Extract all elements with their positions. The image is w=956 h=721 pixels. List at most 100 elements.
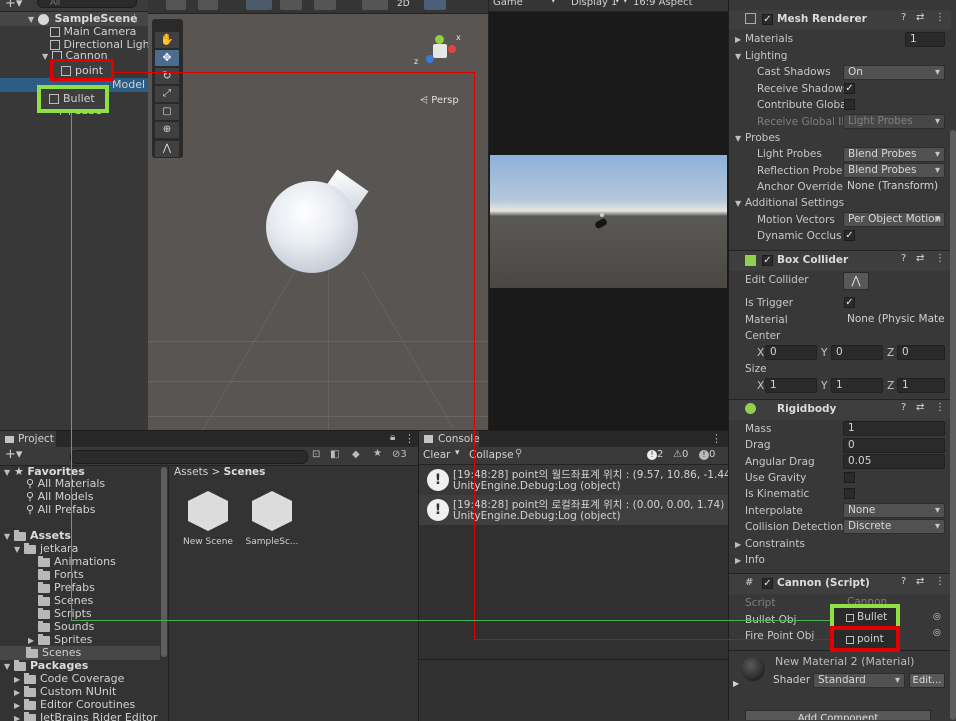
hidden-packages-icon[interactable]: ⊘3 — [392, 449, 407, 460]
object-picker-icon[interactable]: ◎ — [933, 612, 941, 622]
center-x-field[interactable]: 0 — [765, 345, 817, 360]
help-icon[interactable]: ? — [901, 253, 906, 264]
mesh-renderer-enabled-checkbox[interactable]: ✓ — [762, 14, 773, 25]
preset-icon[interactable]: ⇄ — [916, 576, 924, 587]
shading-icon[interactable] — [198, 0, 218, 10]
edit-collider-button[interactable]: ⋀ — [843, 272, 869, 290]
mesh-renderer-header[interactable]: ✓ Mesh Renderer ? ⇄ ⋮ — [729, 10, 951, 30]
kebab-menu-icon[interactable]: ⋮ — [129, 12, 140, 26]
hierarchy-scene-row[interactable]: ▼ SampleScene ⋮ — [0, 12, 148, 26]
kebab-menu-icon[interactable]: ⋮ — [404, 432, 415, 445]
transform-tool-icon[interactable]: ⊕ — [155, 122, 179, 138]
kebab-menu-icon[interactable]: ⋮ — [935, 402, 945, 413]
kebab-menu-icon[interactable]: ⋮ — [711, 432, 722, 445]
size-x-field[interactable]: 1 — [765, 378, 817, 393]
reflection-probes-dropdown[interactable]: Blend Probes — [843, 163, 945, 178]
anchor-override-field[interactable]: None (Transform) — [843, 180, 945, 195]
help-icon[interactable]: ? — [901, 576, 906, 587]
2d-button[interactable]: 2D — [397, 0, 410, 9]
cast-shadows-dropdown[interactable]: On — [843, 65, 945, 80]
star-icon[interactable]: ★ — [373, 448, 382, 459]
render-mode-icon[interactable] — [362, 0, 388, 10]
console-log-entry[interactable]: ! [19:48:28] point의 로컬좌표계 위치 : (0.00, 0.… — [419, 495, 729, 525]
scale-tool-icon[interactable]: ⤢ — [155, 86, 179, 102]
search-icon[interactable]: ⚲ — [515, 448, 522, 459]
lock-icon[interactable]: 🔒︎ — [390, 432, 395, 443]
cannon-sphere[interactable] — [266, 181, 358, 273]
assets-root[interactable]: ▼Assets — [4, 529, 71, 543]
folder-scenes-selected[interactable]: Scenes — [0, 646, 160, 660]
hierarchy-item[interactable]: Directional Light — [50, 38, 149, 52]
center-z-field[interactable]: 0 — [897, 345, 945, 360]
preset-icon[interactable]: ⇄ — [916, 402, 924, 413]
folder-item[interactable]: ▶Sprites — [28, 633, 92, 647]
lighting-foldout[interactable]: ▼Lighting — [735, 50, 787, 62]
expand-icon[interactable]: ▼ — [28, 13, 38, 27]
edit-shader-button[interactable]: Edit... — [909, 673, 945, 688]
custom-tool-icon[interactable]: ⋀ — [155, 141, 179, 157]
collapse-button[interactable]: Collapse — [469, 449, 514, 461]
material-foldout-icon[interactable]: ▶ — [733, 679, 739, 688]
help-icon[interactable]: ? — [901, 12, 906, 23]
info-foldout[interactable]: ▶Info — [735, 554, 765, 566]
move-tool-icon[interactable]: ✥ — [155, 50, 179, 66]
help-icon[interactable]: ? — [901, 402, 906, 413]
add-icon[interactable]: +▾ — [5, 0, 22, 11]
console-tab[interactable]: Console — [419, 431, 479, 447]
kebab-menu-icon[interactable]: ⋮ — [935, 12, 945, 23]
preset-icon[interactable]: ⇄ — [916, 253, 924, 264]
probes-foldout[interactable]: ▼Probes — [735, 132, 780, 144]
asset-file[interactable]: SampleSc... — [244, 491, 300, 561]
view-options-icon[interactable] — [314, 0, 336, 10]
highlight-bullet-hierarchy[interactable]: Bullet — [37, 85, 109, 113]
contribute-gi-checkbox[interactable] — [844, 99, 855, 110]
center-y-field[interactable]: 0 — [831, 345, 883, 360]
collision-detection-dropdown[interactable]: Discrete — [843, 519, 945, 534]
light-probes-dropdown[interactable]: Blend Probes — [843, 147, 945, 162]
game-tab[interactable]: Game — [493, 0, 523, 8]
dynamic-occlusion-checkbox[interactable]: ✓ — [844, 230, 855, 241]
physic-material-field[interactable]: None (Physic Mate — [843, 313, 945, 328]
cannon-enabled-checkbox[interactable]: ✓ — [762, 578, 773, 589]
rotate-tool-icon[interactable]: ↻ — [155, 68, 179, 84]
folder-item[interactable]: Sounds — [38, 620, 94, 634]
aspect-select[interactable]: 16:9 Aspect — [633, 0, 693, 8]
add-icon[interactable]: +▾ — [5, 447, 22, 462]
favorite-item[interactable]: ⚲ All Prefabs — [26, 503, 96, 517]
breadcrumb-assets[interactable]: Assets — [174, 466, 208, 478]
rigidbody-header[interactable]: Rigidbody ? ⇄ ⋮ — [729, 399, 951, 420]
game-tab-dropdown-icon[interactable]: ▾ — [551, 0, 556, 6]
label-icon[interactable]: ◆ — [352, 449, 360, 460]
tree-divider[interactable] — [168, 465, 169, 721]
tree-scrollbar[interactable] — [161, 467, 167, 657]
preset-icon[interactable]: ⇄ — [916, 12, 924, 23]
folder-item[interactable]: Scenes — [38, 594, 93, 608]
constraints-foldout[interactable]: ▶Constraints — [735, 538, 805, 550]
clear-dropdown-icon[interactable]: ▾ — [455, 448, 460, 458]
shader-dropdown[interactable]: Standard — [813, 673, 905, 688]
drag-field[interactable]: 0 — [843, 438, 945, 453]
motion-vectors-dropdown[interactable]: Per Object Motion — [843, 212, 945, 227]
asset-file[interactable]: New Scene — [180, 491, 236, 561]
use-gravity-checkbox[interactable] — [844, 472, 855, 483]
orientation-gizmo[interactable]: z x — [418, 29, 462, 73]
kebab-menu-icon[interactable]: ⋮ — [935, 253, 945, 264]
additional-settings-foldout[interactable]: ▼Additional Settings — [735, 197, 844, 209]
favorite-item[interactable]: ⚲ All Models — [26, 490, 93, 504]
grid-icon[interactable] — [246, 0, 272, 10]
lighting-toggle-icon[interactable] — [424, 0, 446, 10]
hierarchy-item[interactable]: Main Camera — [50, 25, 136, 39]
highlight-point-field[interactable]: point — [830, 626, 900, 652]
gizmo-tool-icon[interactable] — [166, 0, 186, 10]
is-trigger-checkbox[interactable]: ✓ — [844, 297, 855, 308]
inspector-scrollbar[interactable] — [950, 130, 956, 720]
box-collider-enabled-checkbox[interactable]: ✓ — [762, 255, 773, 266]
project-search-input[interactable] — [70, 450, 308, 464]
project-tab[interactable]: Project — [0, 431, 56, 447]
hierarchy-search-input[interactable] — [37, 0, 137, 8]
package-item[interactable]: ▶Editor Coroutines — [14, 698, 135, 712]
folder-item[interactable]: Animations — [38, 555, 116, 569]
size-z-field[interactable]: 1 — [897, 378, 945, 393]
console-detail-divider[interactable] — [419, 659, 729, 660]
package-item[interactable]: ▶Custom NUnit — [14, 685, 116, 699]
